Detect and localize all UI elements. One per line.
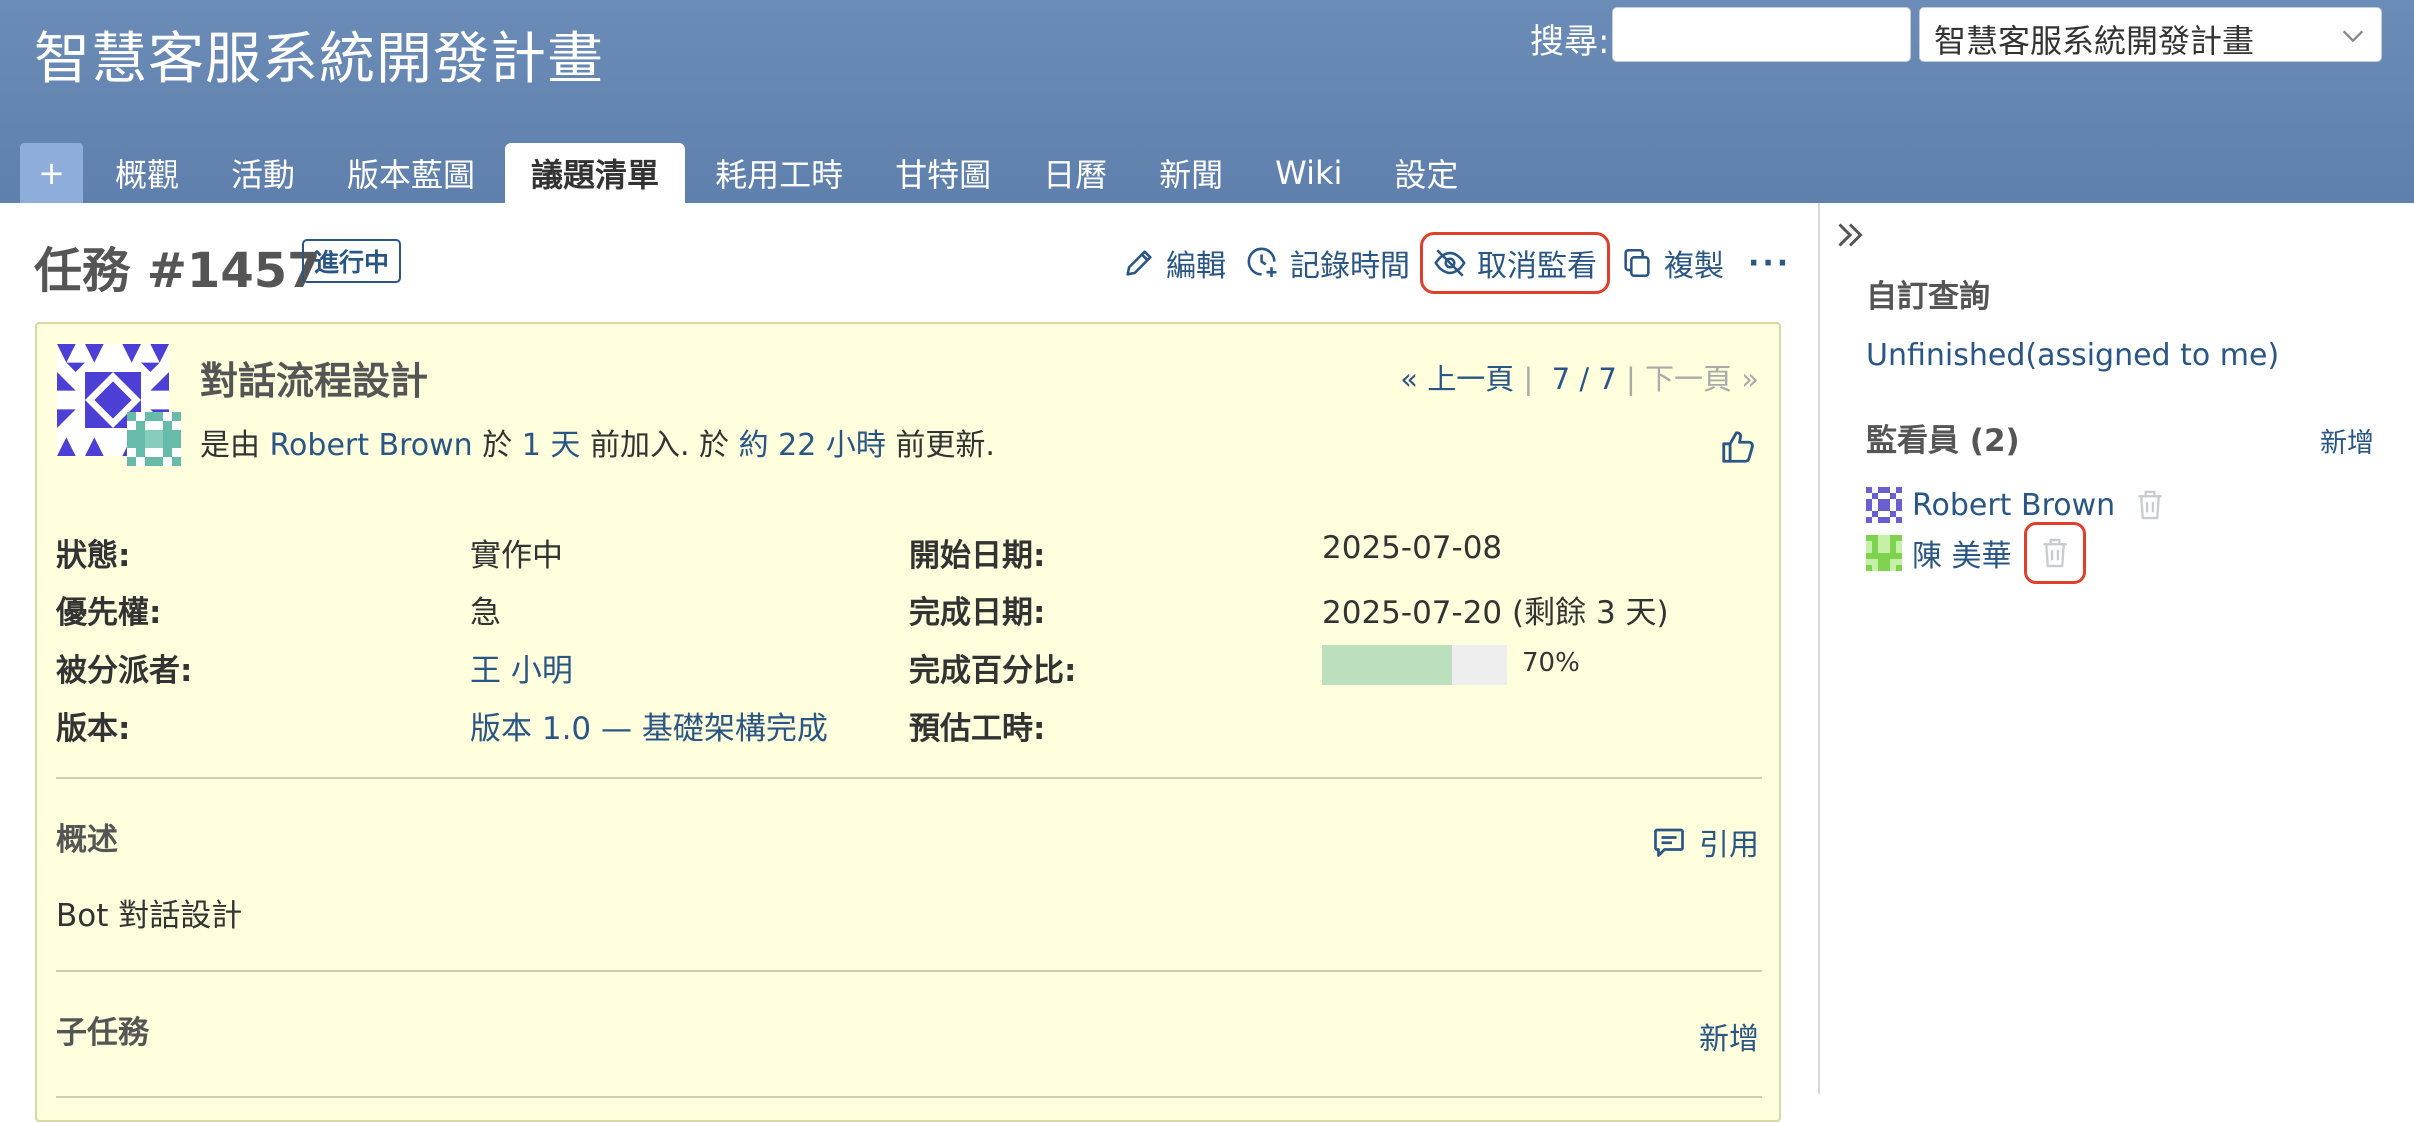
comment-icon [1654,828,1684,857]
remove-watcher-button[interactable] [2023,522,2086,584]
log-time-button[interactable]: 記錄時間 [1236,232,1420,294]
author-prefix: 是由 [200,428,260,463]
trash-icon [2042,538,2067,568]
project-select-value: 智慧客服系統開發計畫 [1934,22,2255,60]
subtasks-title: 子任務 [56,1015,149,1051]
clock-plus-icon [1247,247,1277,278]
more-actions-button[interactable]: ··· [1734,246,1805,281]
project-tabs: + 概觀 活動 版本藍圖 議題清單 耗用工時 甘特圖 日曆 新聞 Wiki 設定 [20,143,1484,203]
add-subtask-link[interactable]: 新增 [1699,1014,1759,1058]
next-page-link: 下一頁 » [1645,362,1759,396]
divider [56,1096,1762,1098]
done-ratio-label: 完成百分比: [909,653,1077,689]
log-time-label: 記錄時間 [1290,249,1410,284]
pager-separator: | [1626,362,1636,396]
pager-position[interactable]: 7 / 7 [1552,362,1617,396]
author-mid1: 於 [482,428,513,463]
tab-wiki[interactable]: Wiki [1249,143,1368,203]
author-mid2: 前加入. 於 [589,428,730,463]
done-ratio-bar [1322,645,1507,685]
search-input[interactable] [1612,7,1911,62]
copy-icon [1624,248,1650,278]
thumbs-up-icon[interactable] [1719,428,1757,466]
divider [56,970,1762,972]
issue-pager: « 上一頁 | 7 / 7 | 下一頁 » [1400,356,1759,398]
version-link[interactable]: 版本 1.0 — 基礎架構完成 [470,703,828,748]
tab-gantt[interactable]: 甘特圖 [869,143,1017,203]
watcher-item: Robert Brown [1866,483,2169,527]
version-label: 版本: [56,711,131,747]
eye-off-icon [1434,249,1466,277]
edit-button[interactable]: 編輯 [1112,232,1236,294]
watcher-link[interactable]: 陳 美華 [1912,531,2012,575]
main-content: 任務 #1457 進行中 編輯 記錄時間 取消監看 複製 ··· 對話流程設計 … [0,203,1818,1122]
search-label: 搜尋: [1530,22,1610,62]
copy-label: 複製 [1664,249,1724,284]
add-watcher-link[interactable]: 新增 [2320,421,2374,460]
trash-icon [2138,490,2162,520]
assignee-avatar [127,412,181,466]
priority-value: 急 [470,595,501,631]
description-text: Bot 對話設計 [56,898,243,934]
priority-label: 優先權: [56,595,162,631]
collapse-sidebar-icon[interactable] [1832,217,1868,253]
tab-activity[interactable]: 活動 [205,143,321,203]
tab-overview[interactable]: 概觀 [89,143,205,203]
done-ratio-value: 70% [1522,648,1580,678]
due-date-value: 2025-07-20 (剩餘 3 天) [1322,595,1669,631]
tab-news[interactable]: 新聞 [1133,143,1249,203]
query-link-unfinished[interactable]: Unfinished(assigned to me) [1866,338,2279,373]
updated-ago-link[interactable]: 約 22 小時 [739,428,886,463]
due-date-label: 完成日期: [909,595,1046,631]
assignee-label: 被分派者: [56,653,193,689]
start-date-value: 2025-07-08 [1322,530,1503,566]
status-value: 實作中 [470,538,563,574]
chevron-down-icon [2342,30,2364,43]
tab-time-entries[interactable]: 耗用工時 [689,143,869,203]
tab-settings[interactable]: 設定 [1368,143,1484,203]
start-date-label: 開始日期: [909,538,1046,574]
assignee-link[interactable]: 王 小明 [470,645,573,690]
project-title[interactable]: 智慧客服系統開發計畫 [34,14,604,95]
watcher-avatar [1866,487,1902,523]
pager-separator: | [1523,362,1534,396]
author-link[interactable]: Robert Brown [270,428,473,463]
issue-details: 對話流程設計 是由 Robert Brown 於 1 天 前加入. 於 約 22… [35,322,1781,1122]
edit-label: 編輯 [1166,249,1226,284]
author-line: 是由 Robert Brown 於 1 天 前加入. 於 約 22 小時 前更新… [200,420,995,464]
top-header: 智慧客服系統開發計畫 搜尋: 智慧客服系統開發計畫 + 概觀 活動 版本藍圖 議… [0,0,2414,203]
divider [56,777,1762,779]
sidebar: 自訂查詢 Unfinished(assigned to me) 監看員 (2) … [1818,203,2414,1094]
tab-issues[interactable]: 議題清單 [505,143,686,203]
quote-label: 引用 [1699,828,1759,863]
tab-calendar[interactable]: 日曆 [1017,143,1133,203]
issue-subject: 對話流程設計 [200,359,429,403]
status-badge: 進行中 [302,239,402,283]
issue-heading: 任務 #1457 [34,243,321,299]
remove-watcher-button[interactable] [2131,486,2169,524]
quote-button[interactable]: 引用 [1651,820,1759,864]
watcher-avatar [1866,535,1902,571]
custom-queries-title: 自訂查詢 [1866,279,1990,315]
project-jump-select[interactable]: 智慧客服系統開發計畫 [1919,7,2382,62]
unwatch-label: 取消監看 [1477,249,1597,284]
watcher-item: 陳 美華 [1866,522,2086,584]
issue-actions: 編輯 記錄時間 取消監看 複製 ··· [1112,229,1805,297]
prev-page-link[interactable]: « 上一頁 [1400,362,1514,396]
description-title: 概述 [56,822,118,858]
created-ago-link[interactable]: 1 天 [522,428,581,463]
watchers-title: 監看員 (2) [1866,423,2020,459]
done-ratio-fill [1322,645,1452,685]
watcher-link[interactable]: Robert Brown [1912,488,2115,523]
copy-button[interactable]: 複製 [1610,232,1734,294]
pencil-icon [1126,250,1152,276]
estimated-hours-label: 預估工時: [909,711,1046,747]
tab-roadmap[interactable]: 版本藍圖 [321,143,501,203]
status-label: 狀態: [56,538,131,574]
unwatch-button[interactable]: 取消監看 [1420,232,1610,294]
author-suffix: 前更新. [895,428,995,463]
new-object-button[interactable]: + [20,143,83,203]
